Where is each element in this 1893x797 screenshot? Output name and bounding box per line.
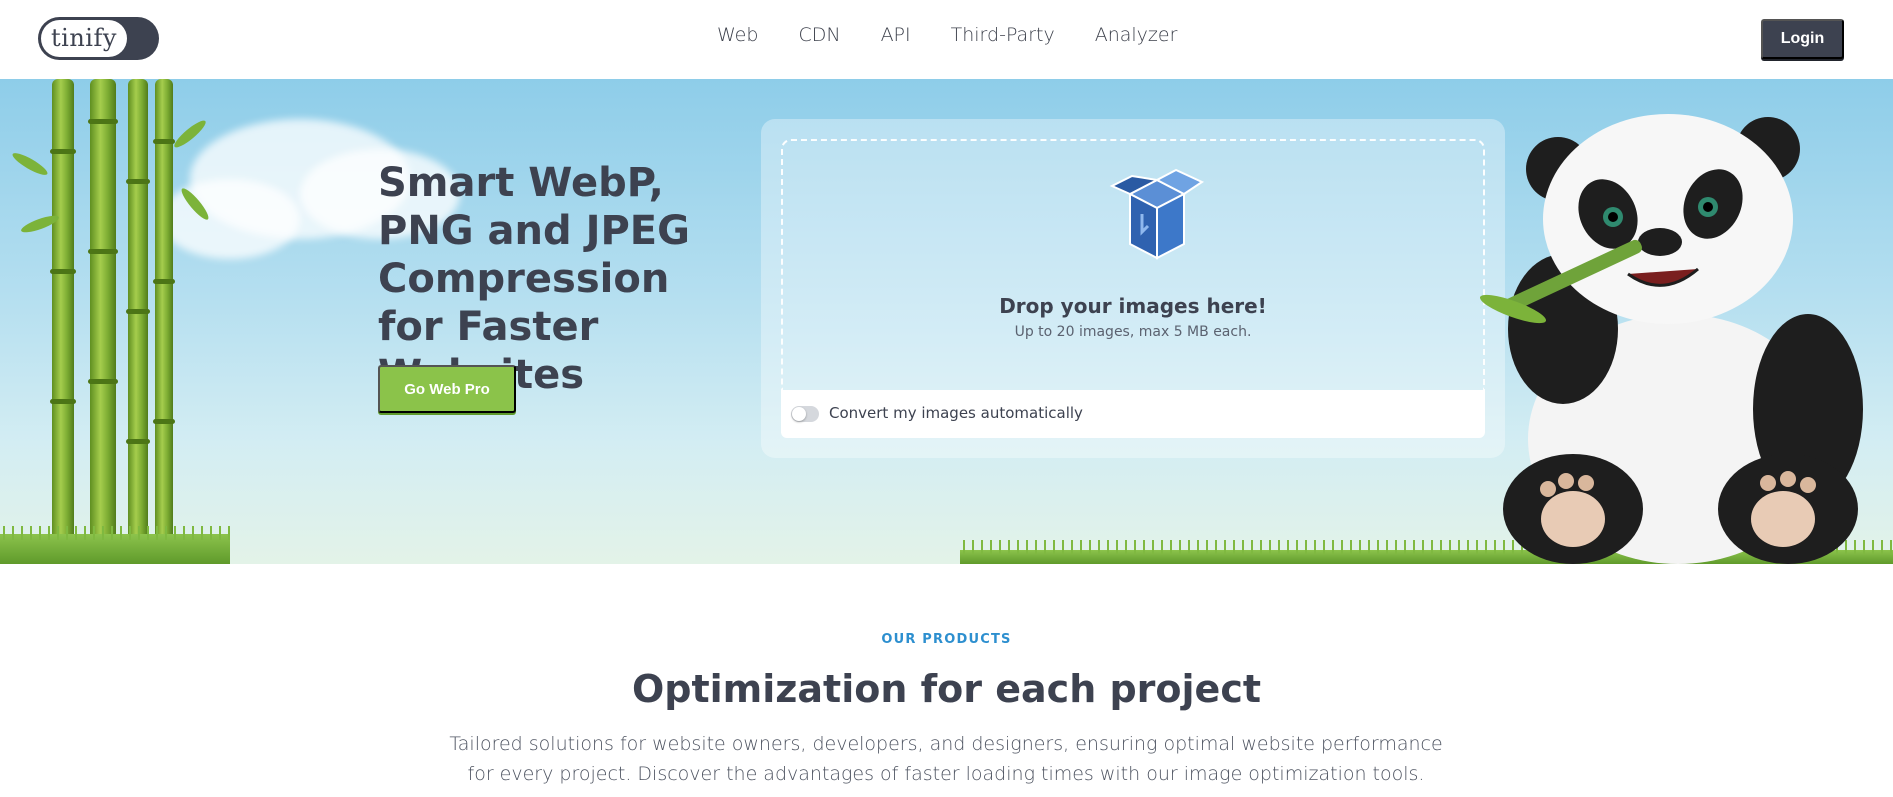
nav-item-cdn[interactable]: CDN: [798, 24, 840, 46]
products-description: Tailored solutions for website owners, d…: [449, 733, 1443, 785]
toggle-knob: [792, 407, 806, 421]
site-header: tinify Web CDN API Third-Party Analyzer …: [0, 0, 1893, 79]
dropzone-subtitle: Up to 20 images, max 5 MB each.: [1014, 324, 1252, 340]
hero-title: Smart WebP, PNG and JPEG Compression for…: [378, 160, 690, 398]
login-button[interactable]: Login: [1761, 19, 1844, 59]
nav-item-api[interactable]: API: [881, 24, 911, 46]
grass-decoration: [0, 526, 230, 540]
products-title: Optimization for each project: [631, 667, 1262, 711]
main-nav: Web CDN API Third-Party Analyzer: [717, 24, 1177, 46]
go-web-pro-button[interactable]: Go Web Pro: [378, 365, 516, 413]
convert-option-bar: Convert my images automatically: [781, 390, 1485, 438]
dropzone-title: Drop your images here!: [999, 294, 1267, 318]
logo-toggle-icon: tinify: [41, 20, 127, 57]
nav-item-web[interactable]: Web: [717, 24, 758, 46]
panda-mascot: [1479, 114, 1863, 564]
nav-item-third-party[interactable]: Third-Party: [951, 24, 1055, 46]
box-icon: [1109, 168, 1205, 260]
tinify-logo[interactable]: tinify: [38, 17, 159, 60]
convert-toggle-label: Convert my images automatically: [829, 404, 1083, 422]
image-dropzone[interactable]: Drop your images here! Up to 20 images, …: [781, 139, 1485, 390]
convert-toggle-switch[interactable]: [791, 406, 819, 422]
hero-section: Smart WebP, PNG and JPEG Compression for…: [0, 79, 1893, 564]
dropzone-panel: Drop your images here! Up to 20 images, …: [761, 119, 1505, 458]
nav-item-analyzer[interactable]: Analyzer: [1095, 24, 1178, 46]
products-eyebrow: OUR PRODUCTS: [881, 632, 1012, 647]
logo-text: tinify: [51, 24, 117, 52]
